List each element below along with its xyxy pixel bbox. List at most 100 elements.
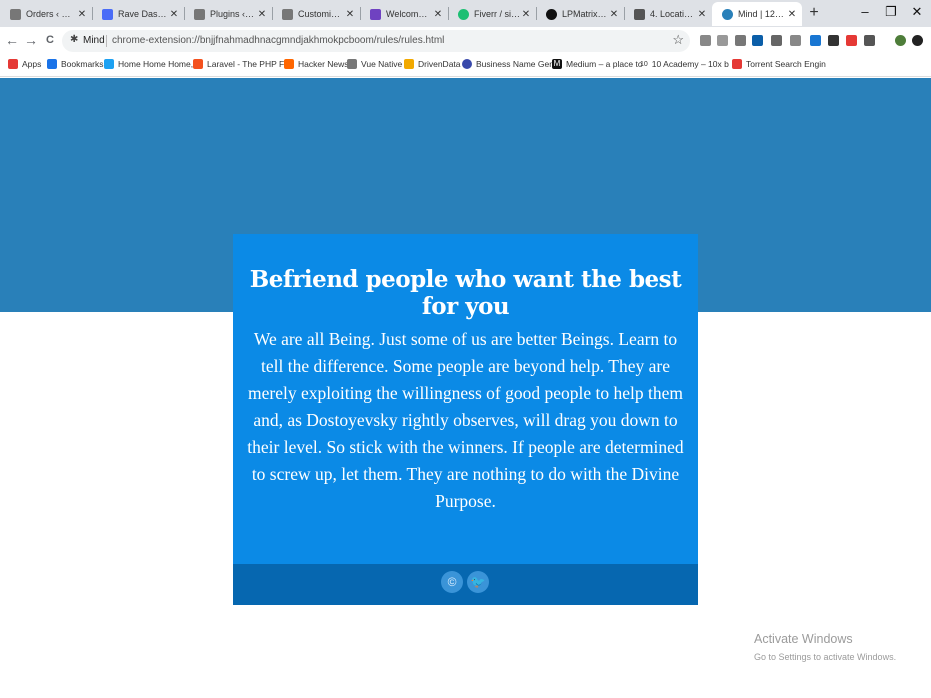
page-icon — [194, 8, 205, 20]
close-icon[interactable]: ✕ — [520, 9, 532, 20]
close-icon[interactable]: ✕ — [344, 9, 356, 20]
bookmarks-bar: Apps Bookmarks Home Home Home, | Laravel… — [0, 55, 931, 77]
reload-button[interactable]: C — [42, 34, 58, 46]
bookmark-home[interactable]: Home Home Home, | — [104, 59, 198, 69]
tab-customize[interactable]: Customize: Royal ✕ — [272, 2, 360, 26]
calendar-ext-icon[interactable] — [752, 35, 763, 46]
torrent-x-icon — [732, 59, 742, 69]
bookmark-label: Vue Native — [361, 59, 403, 69]
page-icon — [347, 59, 357, 69]
bookmark-label: Laravel - The PHP Fr — [207, 59, 287, 69]
new-tab-button[interactable]: + — [806, 4, 822, 22]
fiverr-icon — [458, 8, 469, 20]
bookmark-laravel[interactable]: Laravel - The PHP Fr — [193, 59, 287, 69]
tab-orders[interactable]: Orders ‹ Royal M ✕ — [0, 2, 92, 26]
laravel-icon — [193, 59, 203, 69]
close-icon[interactable]: ✕ — [786, 9, 798, 20]
drivendata-icon — [404, 59, 414, 69]
tab-fiverr[interactable]: Fiverr / sirmatrix ✕ — [448, 2, 536, 26]
close-icon[interactable]: ✕ — [168, 9, 180, 20]
browser-toolbar: ← → C ✱ Mind chrome-extension://bnjjfnah… — [0, 27, 931, 55]
tab-strip: Orders ‹ Royal M ✕ Rave Dashboard ✕ Plug… — [0, 0, 931, 27]
tab-label: LPMatrix (Sanusi — [562, 9, 608, 19]
bookmark-bookmarks[interactable]: Bookmarks — [47, 59, 104, 69]
medium-icon: M — [552, 59, 562, 69]
omnibox-divider — [106, 35, 107, 47]
tab-locating-elements[interactable]: 4. Locating Elem ✕ — [624, 2, 712, 26]
tag-ext-icon[interactable] — [717, 35, 728, 46]
bookmark-label: 10 Academy – 10x b — [651, 59, 729, 69]
bookmark-star-icon[interactable]: ☆ — [672, 32, 684, 48]
github-icon — [546, 8, 557, 20]
tab-label: Orders ‹ Royal M — [26, 9, 76, 19]
address-bar[interactable]: ✱ Mind chrome-extension://bnjjfnahmadhna… — [62, 30, 690, 52]
welcome-icon — [370, 8, 381, 20]
bookmark-label: Bookmarks — [61, 59, 104, 69]
close-icon[interactable]: ✕ — [608, 9, 620, 20]
site-label: Mind — [83, 35, 105, 46]
tab-label: Fiverr / sirmatrix — [474, 9, 520, 19]
tab-mind-rules[interactable]: Mind | 12 Rules ✕ — [712, 2, 802, 26]
bookmark-torrent[interactable]: Torrent Search Engin — [732, 59, 826, 69]
tab-rave-dashboard[interactable]: Rave Dashboard ✕ — [92, 2, 184, 26]
bookmark-hacker-news[interactable]: Hacker News — [284, 59, 349, 69]
bookmark-label: Hacker News — [298, 59, 349, 69]
reader-ext-icon[interactable] — [790, 35, 801, 46]
copyright-icon[interactable]: © — [441, 571, 463, 593]
hacker-news-icon — [284, 59, 294, 69]
maximize-button[interactable]: ❐ — [881, 4, 901, 20]
url-text[interactable]: chrome-extension://bnjjfnahmadhnacgmndja… — [112, 35, 444, 46]
close-icon[interactable]: ✕ — [76, 9, 88, 20]
rule-card: Befriend people who want the best for yo… — [233, 234, 698, 605]
business-name-icon — [462, 59, 472, 69]
vue-devtools-icon[interactable] — [735, 35, 746, 46]
bookmark-label: Business Name Gene — [476, 59, 559, 69]
tab-label: 4. Locating Elem — [650, 9, 696, 19]
mind-icon — [722, 8, 733, 20]
close-icon[interactable]: ✕ — [256, 9, 268, 20]
forward-button[interactable]: → — [23, 32, 39, 48]
bookmark-label: Apps — [22, 59, 42, 69]
tab-lpmatrix[interactable]: LPMatrix (Sanusi ✕ — [536, 2, 624, 26]
pencil-ext-icon[interactable] — [828, 35, 839, 46]
twitter-icon — [104, 59, 114, 69]
puzzle-icon: ✱ — [70, 34, 79, 45]
bookmark-label: DrivenData — [418, 59, 461, 69]
bookmark-medium[interactable]: M Medium – a place to — [552, 59, 643, 69]
drive-ext-icon[interactable] — [700, 35, 711, 46]
redirect-ext-icon[interactable] — [846, 35, 857, 46]
bookmark-10-academy[interactable]: 10 10 Academy – 10x b — [640, 59, 729, 69]
bookmark-label: Medium – a place to — [566, 59, 643, 69]
apps-grid-icon — [8, 59, 18, 69]
notion-ext-icon[interactable] — [864, 35, 875, 46]
m-ext-icon[interactable] — [810, 35, 821, 46]
bookmark-drivendata[interactable]: DrivenData — [404, 59, 461, 69]
twitter-icon[interactable]: 🐦 — [467, 571, 489, 593]
close-icon[interactable]: ✕ — [696, 9, 708, 20]
rule-title: Befriend people who want the best for yo… — [249, 266, 682, 320]
back-button[interactable]: ← — [4, 32, 20, 48]
star-icon — [47, 59, 57, 69]
bookmark-business-name[interactable]: Business Name Gene — [462, 59, 559, 69]
bookmark-label: Home Home Home, | — [118, 59, 198, 69]
tab-plugins[interactable]: Plugins ‹ Royal M ✕ — [184, 2, 272, 26]
activate-windows-title: Activate Windows — [754, 632, 853, 646]
page-icon — [282, 8, 293, 20]
tab-label: Mind | 12 Rules — [738, 9, 786, 19]
close-icon[interactable]: ✕ — [432, 9, 444, 20]
card-footer: © 🐦 — [233, 564, 698, 605]
bookmark-apps[interactable]: Apps — [8, 59, 41, 69]
bookmark-vue-native[interactable]: Vue Native — [347, 59, 402, 69]
page-icon — [10, 8, 21, 20]
plus-ext-icon[interactable] — [912, 35, 923, 46]
window-ext-icon[interactable] — [771, 35, 782, 46]
close-window-button[interactable]: ✕ — [907, 4, 927, 20]
bookmark-label: Torrent Search Engin — [746, 59, 826, 69]
page-content: Befriend people who want the best for yo… — [0, 78, 931, 698]
rule-body: We are all Being. Just some of us are be… — [247, 329, 684, 511]
minimize-button[interactable]: – — [855, 4, 875, 19]
activate-windows-subtitle: Go to Settings to activate Windows. — [754, 652, 897, 662]
avatar[interactable] — [895, 35, 906, 46]
tab-welcome[interactable]: Welcome to the ✕ — [360, 2, 448, 26]
tab-label: Plugins ‹ Royal M — [210, 9, 256, 19]
